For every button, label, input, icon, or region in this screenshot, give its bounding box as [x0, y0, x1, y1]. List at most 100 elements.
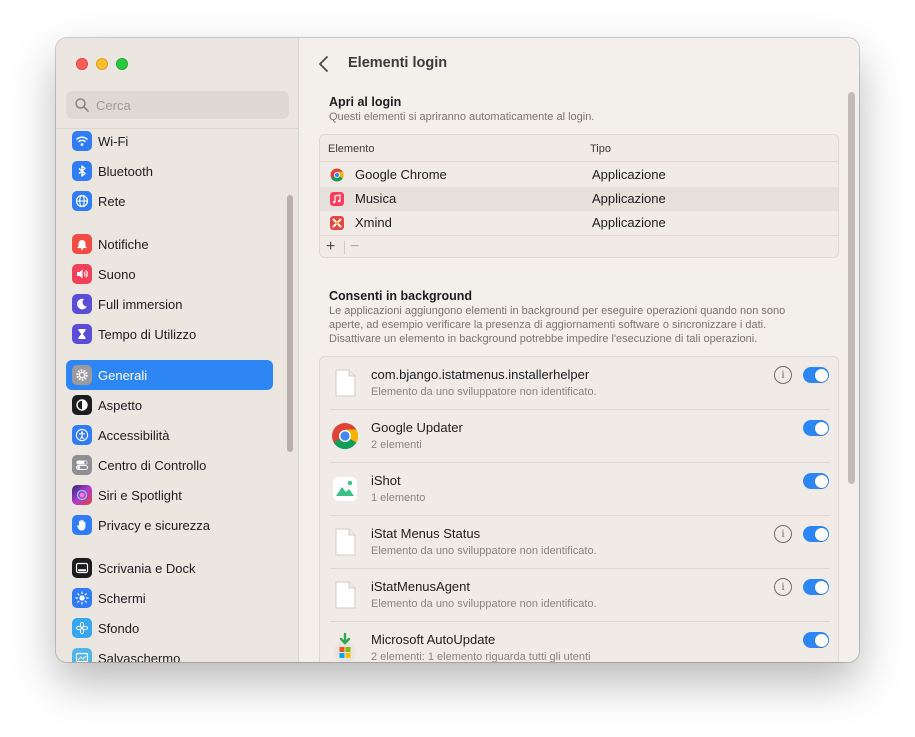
gear-icon — [72, 365, 92, 385]
sidebar-item-aspetto[interactable]: Aspetto — [66, 390, 273, 420]
flower-icon — [72, 618, 92, 638]
background-item-subtitle: Elemento da uno sviluppatore non identif… — [371, 598, 597, 610]
main-pane: Elementi login Apri al login Questi elem… — [299, 38, 859, 662]
settings-window: Wi-Fi Bluetooth Rete Notif — [56, 38, 859, 662]
accessibility-icon — [72, 425, 92, 445]
sidebar-item-scrivania-e-dock[interactable]: Scrivania e Dock — [66, 553, 273, 583]
sidebar-item-rete[interactable]: Rete — [66, 186, 273, 216]
search-field[interactable] — [66, 91, 289, 119]
screensaver-icon — [72, 648, 92, 662]
sidebar-item-label: Tempo di Utilizzo — [98, 326, 197, 342]
sun-icon — [72, 588, 92, 608]
siri-icon — [72, 485, 92, 505]
xmind-icon — [330, 216, 344, 230]
column-header-elemento[interactable]: Elemento — [328, 143, 374, 155]
background-item-subtitle: 2 elementi — [371, 439, 422, 451]
sidebar-item-label: Accessibilità — [98, 427, 170, 443]
sidebar-item-label: Centro di Controllo — [98, 457, 207, 473]
background-item-toggle[interactable] — [803, 579, 829, 595]
zoom-window-button[interactable] — [116, 58, 128, 70]
sidebar-item-generali[interactable]: Generali — [66, 360, 273, 390]
bell-icon — [72, 234, 92, 254]
info-icon[interactable]: i — [774, 525, 792, 543]
search-icon — [75, 98, 89, 112]
background-item-name: iShot — [371, 473, 401, 488]
chrome-icon — [330, 168, 344, 182]
sidebar-item-suono[interactable]: Suono — [66, 259, 273, 289]
background-item-name: iStat Menus Status — [371, 526, 481, 541]
background-item-toggle[interactable] — [803, 367, 829, 383]
sidebar-item-label: Salvaschermo — [98, 650, 181, 663]
background-item-subtitle: 2 elementi: 1 elemento riguarda tutti gl… — [371, 651, 591, 662]
background-items-list: com.bjango.istatmenus.installerhelper El… — [319, 356, 839, 662]
search-input[interactable] — [96, 97, 276, 113]
sidebar-item-label: Full immersion — [98, 296, 183, 312]
background-item-toggle[interactable] — [803, 420, 829, 436]
info-icon[interactable]: i — [774, 578, 792, 596]
description-line: aperte, ad esempio verificare la presenz… — [329, 319, 767, 331]
background-item-subtitle: 1 elemento — [371, 492, 426, 504]
sidebar-scrollbar[interactable] — [287, 195, 293, 452]
sidebar-item-siri-e-spotlight[interactable]: Siri e Spotlight — [66, 480, 273, 510]
sidebar-item-label: Generali — [98, 367, 148, 383]
login-item-type: Applicazione — [592, 167, 666, 182]
sidebar-item-accessibilita[interactable]: Accessibilità — [66, 420, 273, 450]
sidebar-item-full-immersion[interactable]: Full immersion — [66, 289, 273, 319]
speaker-icon — [72, 264, 92, 284]
sidebar-item-sfondo[interactable]: Sfondo — [66, 613, 273, 643]
login-item-type: Applicazione — [592, 191, 666, 206]
background-item-name: Microsoft AutoUpdate — [371, 632, 496, 647]
login-item-name: Musica — [355, 191, 397, 206]
background-item-name: com.bjango.istatmenus.installerhelper — [371, 367, 590, 382]
appearance-icon — [72, 395, 92, 415]
close-window-button[interactable] — [76, 58, 88, 70]
sidebar-item-tempo-di-utilizzo[interactable]: Tempo di Utilizzo — [66, 319, 273, 349]
background-item-toggle[interactable] — [803, 526, 829, 542]
description-line: Le applicazioni aggiungono elementi in b… — [329, 305, 786, 317]
ishot-icon — [333, 477, 357, 501]
sidebar-item-schermi[interactable]: Schermi — [66, 583, 273, 613]
background-item-subtitle: Elemento da uno sviluppatore non identif… — [371, 386, 597, 398]
moon-icon — [72, 294, 92, 314]
sidebar-item-centro-di-controllo[interactable]: Centro di Controllo — [66, 450, 273, 480]
sidebar-item-wifi[interactable]: Wi-Fi — [66, 126, 273, 156]
sidebar-item-label: Siri e Spotlight — [98, 487, 182, 503]
table-row[interactable]: Google Chrome Applicazione — [320, 163, 838, 187]
sidebar-item-label: Scrivania e Dock — [98, 560, 196, 576]
sidebar-item-privacy-e-sicurezza[interactable]: Privacy e sicurezza — [66, 510, 273, 540]
background-item-name: iStatMenusAgent — [371, 579, 471, 594]
login-item-name: Xmind — [355, 215, 392, 230]
chrome-icon — [332, 423, 359, 450]
background-item-toggle[interactable] — [803, 632, 829, 648]
sidebar-item-label: Sfondo — [98, 620, 140, 636]
table-row[interactable]: Musica Applicazione — [320, 187, 838, 211]
login-section-title: Apri al login — [329, 95, 402, 109]
remove-login-item-button[interactable]: − — [350, 238, 359, 256]
background-item-toggle[interactable] — [803, 473, 829, 489]
footer-separator — [344, 241, 345, 254]
wifi-icon — [72, 131, 92, 151]
table-row[interactable]: Xmind Applicazione — [320, 211, 838, 235]
info-icon[interactable]: i — [774, 366, 792, 384]
minimize-window-button[interactable] — [96, 58, 108, 70]
column-header-tipo[interactable]: Tipo — [590, 143, 611, 155]
login-items-table: Elemento Tipo Google Chrome Applicazione — [319, 134, 839, 258]
sidebar-item-label: Schermi — [98, 590, 146, 606]
add-login-item-button[interactable]: + — [326, 238, 335, 256]
document-icon — [335, 528, 356, 556]
sidebar-item-salvaschermo[interactable]: Salvaschermo — [66, 643, 273, 662]
background-section-title: Consenti in background — [329, 289, 473, 303]
login-item-name: Google Chrome — [355, 167, 447, 182]
hand-icon — [72, 515, 92, 535]
sidebar-item-label: Bluetooth — [98, 163, 153, 179]
login-item-type: Applicazione — [592, 215, 666, 230]
background-item-subtitle: Elemento da uno sviluppatore non identif… — [371, 545, 597, 557]
sidebar-item-label: Notifiche — [98, 236, 149, 252]
table-header: Elemento Tipo — [320, 135, 838, 162]
sidebar-item-bluetooth[interactable]: Bluetooth — [66, 156, 273, 186]
main-scrollbar[interactable] — [848, 92, 855, 484]
sidebar-item-notifiche[interactable]: Notifiche — [66, 229, 273, 259]
background-item-name: Google Updater — [371, 420, 463, 435]
back-chevron-icon[interactable] — [317, 54, 331, 74]
dock-icon — [72, 558, 92, 578]
